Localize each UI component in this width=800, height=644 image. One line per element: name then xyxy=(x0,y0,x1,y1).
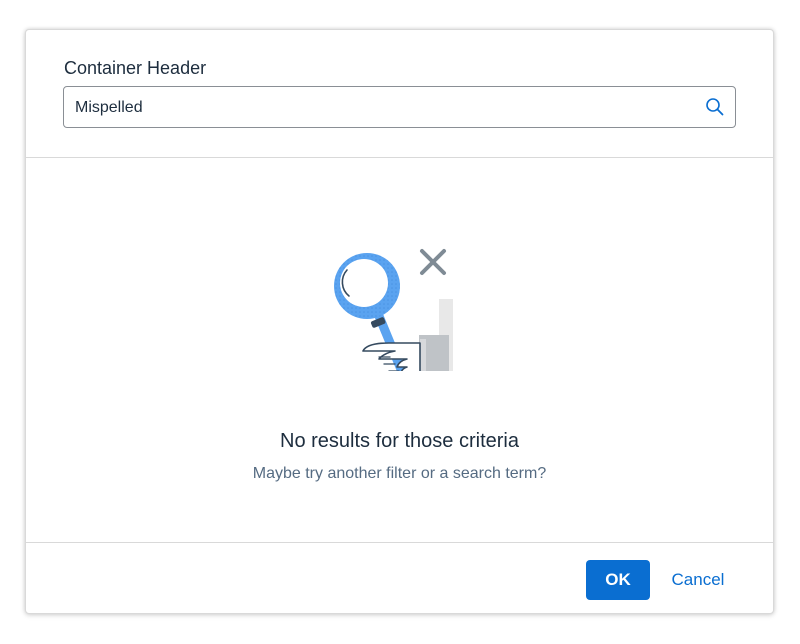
dialog-footer: OK Cancel xyxy=(26,543,773,615)
dialog: Container Header Mispelled No results fo… xyxy=(25,29,774,614)
ok-button[interactable]: OK xyxy=(586,560,650,600)
no-results-illustration xyxy=(327,211,467,399)
close-x-icon xyxy=(420,249,446,275)
empty-state-title: No results for those criteria xyxy=(280,430,519,452)
dialog-header: Container Header Mispelled xyxy=(26,30,773,158)
search-field[interactable]: Mispelled xyxy=(63,86,736,128)
header-title: Container Header xyxy=(64,58,207,78)
dialog-content: No results for those criteria Maybe try … xyxy=(26,158,773,543)
cancel-button[interactable]: Cancel xyxy=(659,560,737,600)
search-icon[interactable] xyxy=(705,97,725,117)
search-input-value[interactable]: Mispelled xyxy=(75,99,143,117)
empty-state-subtitle: Maybe try another filter or a search ter… xyxy=(252,465,547,482)
